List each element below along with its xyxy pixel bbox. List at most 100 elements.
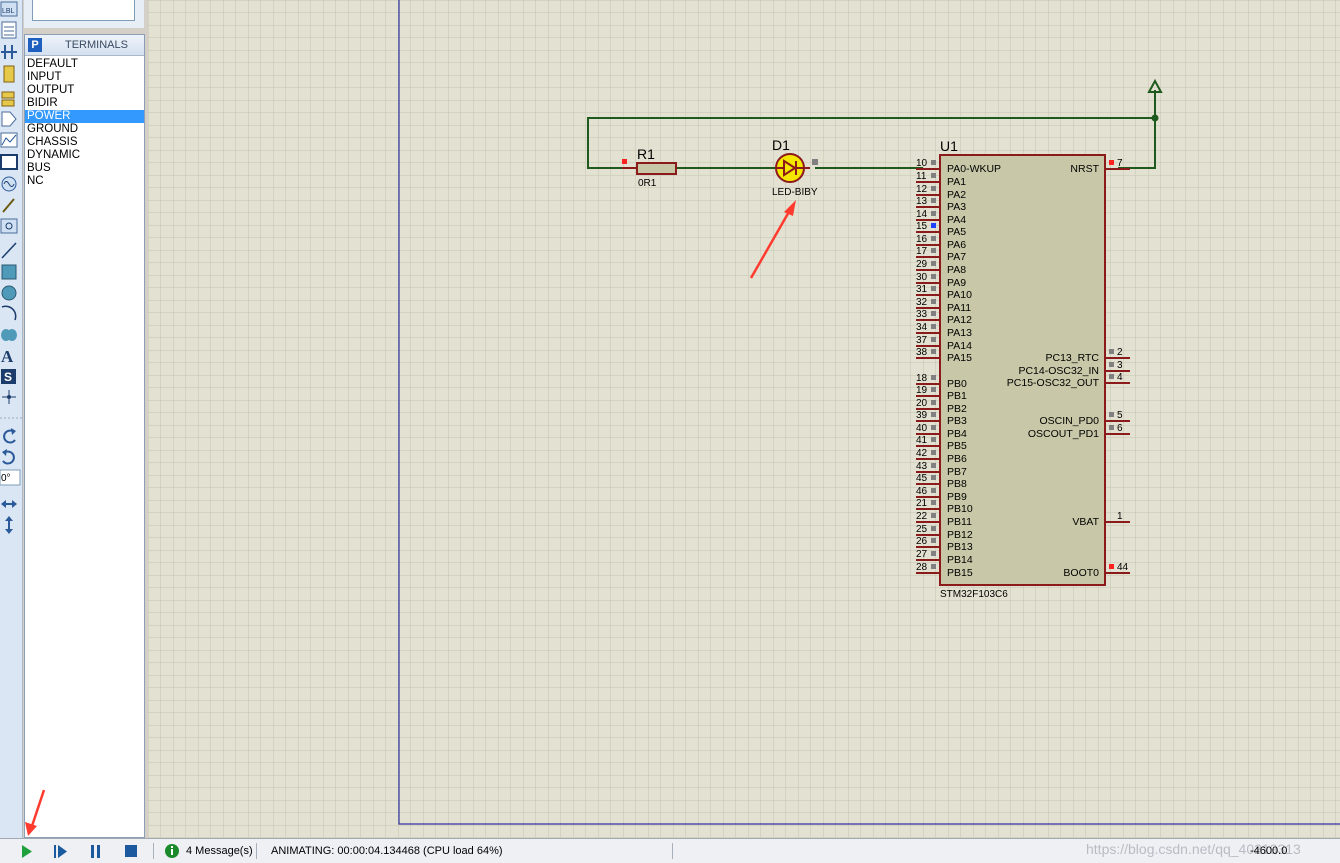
pin-name: OSCOUT_PD1 [1028,428,1099,440]
pin-number: 17 [916,246,928,257]
rotate-clockwise-icon[interactable] [3,428,16,444]
tool-column: LBL A S 0° [0,0,23,838]
pin-state-marker [1109,564,1114,569]
pin-state-marker [931,324,936,329]
marker-tool-icon[interactable] [2,390,16,404]
pin-number: 32 [916,297,928,308]
circle-tool-icon[interactable] [1,285,17,301]
schematic-svg[interactable]: R1 0R1 D1 LED-BIBY U1 STM32F103C6 10 PA0-… [148,0,1340,838]
r1-value: 0R1 [638,178,657,189]
pin-name: PA8 [947,264,966,276]
step-button[interactable] [54,845,67,858]
mirror-vertical-icon[interactable] [5,516,13,534]
pick-devices-button[interactable]: P [28,38,42,52]
terminal-item-output[interactable]: OUTPUT [25,84,144,97]
label-mode-icon[interactable]: LBL [0,1,18,17]
pin-name: PB1 [947,390,967,402]
pin-name: PA3 [947,201,966,213]
schematic-canvas[interactable]: R1 0R1 D1 LED-BIBY U1 STM32F103C6 10 PA0-… [148,0,1340,838]
pin-state-marker [1109,412,1114,417]
pin-name: PB4 [947,428,967,440]
pin-state-marker [931,198,936,203]
pin-number: 3 [1117,360,1123,371]
pin-number: 26 [916,536,928,547]
arc-tool-icon[interactable] [1,305,17,321]
pin-state-marker [1109,374,1114,379]
pin-number: 40 [916,423,928,434]
pin-number: 25 [916,524,928,535]
pin-name: PA6 [947,239,966,251]
pin-state-marker [931,425,936,430]
terminal-item-bus[interactable]: BUS [25,162,144,175]
pin-marker [622,159,627,164]
pin-state-marker [931,286,936,291]
generator-mode-icon[interactable] [1,176,17,192]
rotation-angle-value: 0° [1,473,11,484]
pin-name: PC13_RTC [1046,352,1100,364]
message-count[interactable]: 4 Message(s) [186,845,253,857]
instrument-mode-icon[interactable] [0,218,18,234]
pin-name: PA13 [947,327,972,339]
text-tool-icon[interactable]: A [1,347,14,366]
pin-marker [812,159,818,165]
status-bar: 4 Message(s) ANIMATING: 00:00:04.134468 … [0,838,1340,863]
symbol-tool-icon[interactable]: S [1,369,16,384]
u1-ref: U1 [940,138,958,154]
play-button[interactable] [22,845,32,858]
box-tool-icon[interactable] [1,264,17,280]
terminal-item-bidir[interactable]: BIDIR [25,97,144,110]
rotation-angle-field[interactable]: 0° [0,469,21,486]
graph-mode-icon[interactable] [0,132,18,148]
pin-name: PB10 [947,503,973,515]
pin-number: 19 [916,385,928,396]
svg-text:A: A [1,347,14,366]
pin-name: PA0-WKUP [947,163,1001,175]
mcu-u1[interactable]: U1 STM32F103C6 10 PA0-WKUP11 PA112 PA213 PA3… [916,138,1130,600]
line-tool-icon[interactable] [1,242,17,259]
tape-mode-icon[interactable] [0,154,18,170]
stop-button[interactable] [125,845,137,857]
terminal-list: DEFAULT INPUT OUTPUT BIDIR POWER GROUND CHASSI… [25,56,144,188]
pin-number: 28 [916,562,928,573]
svg-text:S: S [4,370,12,384]
rotate-anticlockwise-icon[interactable] [2,449,15,465]
pin-number: 15 [916,221,928,232]
pin-state-marker [931,261,936,266]
terminal-item-power[interactable]: POWER [25,110,144,123]
terminal-item-ground[interactable]: GROUND [25,123,144,136]
terminal-mode-icon[interactable] [1,91,15,107]
bus-mode-icon[interactable] [1,45,17,59]
mirror-horizontal-icon[interactable] [1,500,17,508]
pin-name: PA4 [947,214,966,226]
port-mode-icon[interactable] [1,111,17,127]
pin-number: 14 [916,209,928,220]
terminal-item-default[interactable]: DEFAULT [25,58,144,71]
pin-name: PA7 [947,251,966,263]
script-mode-icon[interactable] [1,21,17,39]
pin-state-marker [931,400,936,405]
pin-name: PB5 [947,440,967,452]
svg-text:LBL: LBL [2,8,15,15]
wire-junction [1151,114,1159,122]
subcircuit-icon[interactable] [3,65,15,83]
terminal-item-dynamic[interactable]: DYNAMIC [25,149,144,162]
terminal-item-input[interactable]: INPUT [25,71,144,84]
pin-number: 38 [916,347,928,358]
pin-state-marker [931,311,936,316]
pin-state-marker [931,564,936,569]
object-selector-header: P TERMINALS [25,35,144,56]
pin-number: 41 [916,435,928,446]
pin-state-marker [931,236,936,241]
probe-mode-icon[interactable] [2,198,15,213]
pin-name: PB0 [947,378,967,390]
terminal-item-nc[interactable]: NC [25,175,144,188]
pause-button[interactable] [91,845,100,858]
pin-state-marker [1109,362,1114,367]
animation-status: ANIMATING: 00:00:04.134468 (CPU load 64%… [271,845,503,857]
tool-icons: LBL A S 0° [0,1,22,534]
terminal-item-chassis[interactable]: CHASSIS [25,136,144,149]
info-icon [165,844,179,858]
overview-window[interactable] [32,0,135,21]
path-tool-icon[interactable] [1,329,17,341]
pin-number: 1 [1117,511,1123,522]
